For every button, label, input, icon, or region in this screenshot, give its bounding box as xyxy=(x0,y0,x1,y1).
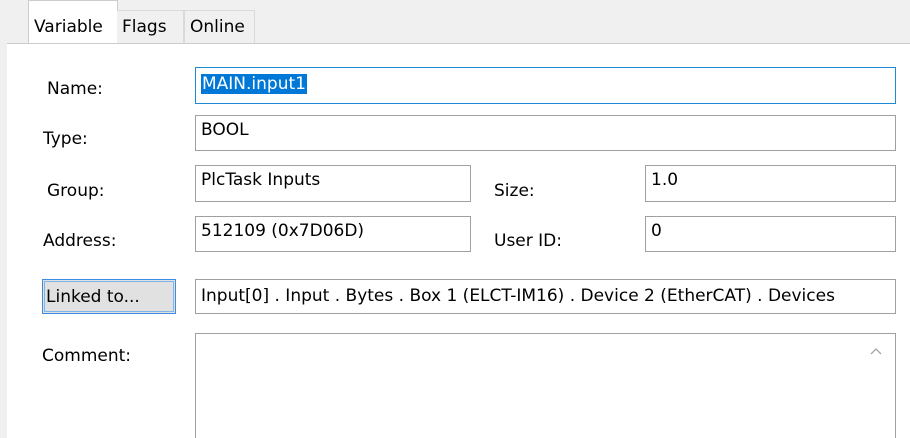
left-strip xyxy=(0,0,7,438)
tab-variable[interactable]: Variable xyxy=(28,0,118,44)
address-field[interactable]: 512109 (0x7D06D) xyxy=(195,216,471,252)
size-label: Size: xyxy=(494,181,535,201)
type-field[interactable]: BOOL xyxy=(195,115,896,151)
group-field[interactable]: PlcTask Inputs xyxy=(195,165,471,202)
group-label: Group: xyxy=(47,181,105,201)
name-value: MAIN.input1 xyxy=(201,74,307,94)
name-field[interactable]: MAIN.input1 xyxy=(195,67,896,104)
linked-to-button-label: Linked to... xyxy=(46,287,140,307)
size-field[interactable]: 1.0 xyxy=(645,165,896,202)
tab-strip: Variable Flags Online xyxy=(7,0,910,44)
comment-textarea[interactable] xyxy=(195,333,896,438)
comment-label: Comment: xyxy=(42,346,132,366)
type-label: Type: xyxy=(43,129,88,149)
tab-flags[interactable]: Flags xyxy=(117,10,184,43)
variable-properties-dialog: Variable Flags Online Name: MAIN.input1 … xyxy=(0,0,910,438)
name-label: Name: xyxy=(47,79,103,99)
linked-to-field[interactable]: Input[0] . Input . Bytes . Box 1 (ELCT-I… xyxy=(195,279,896,314)
linked-to-button[interactable]: Linked to... xyxy=(42,279,176,314)
user-id-field[interactable]: 0 xyxy=(645,216,896,252)
address-label: Address: xyxy=(43,231,117,251)
tab-online[interactable]: Online xyxy=(184,10,255,43)
user-id-label: User ID: xyxy=(494,231,562,251)
chevron-up-icon[interactable] xyxy=(869,344,883,358)
